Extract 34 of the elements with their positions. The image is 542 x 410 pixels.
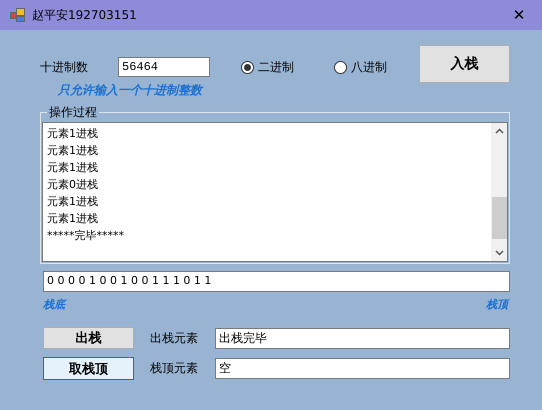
result-field[interactable]: 出栈完毕 — [215, 328, 510, 348]
scroll-down-icon[interactable] — [494, 250, 504, 256]
action-button[interactable]: 出栈 — [43, 327, 134, 349]
result-field[interactable]: 空 — [215, 358, 510, 379]
stack-field[interactable]: 0 0 0 0 1 0 0 1 0 0 1 1 1 0 1 1 — [43, 271, 510, 292]
log-line: 元素1进栈 — [47, 211, 99, 227]
log-line: 元素1进栈 — [47, 143, 99, 159]
radio-label: 八进制 — [351, 58, 387, 76]
log-line: 元素1进栈 — [47, 160, 99, 176]
radio-label: 二进制 — [258, 58, 294, 76]
window-title: 赵平安192703151 — [32, 6, 138, 24]
scroll-thumb[interactable] — [492, 197, 506, 239]
decimal-input[interactable]: 56464 — [118, 57, 210, 77]
hint-text: 只允许输入一个十进制整数 — [58, 82, 204, 99]
decimal-label: 十进制数 — [40, 58, 89, 76]
radio-circle[interactable] — [334, 60, 347, 74]
scroll-up-icon[interactable] — [494, 128, 504, 134]
push-button[interactable]: 入栈 — [419, 45, 510, 83]
log-line: 元素1进栈 — [47, 126, 99, 142]
log-line: 元素0进栈 — [47, 177, 99, 193]
action-button[interactable]: 取栈顶 — [43, 357, 134, 380]
radio-button[interactable]: 八进制 — [334, 58, 387, 76]
log-line: *****完毕***** — [47, 228, 125, 244]
close-button[interactable]: ✕ — [496, 0, 542, 30]
scrollbar[interactable] — [491, 123, 507, 261]
group-title: 操作过程 — [47, 104, 99, 121]
radio-button[interactable]: 二进制 — [241, 58, 294, 76]
radio-circle[interactable] — [241, 60, 254, 74]
top-label: 栈顶 — [486, 297, 508, 312]
field-label: 出栈元素 — [150, 330, 199, 346]
app-icon — [10, 8, 26, 22]
log-line: 元素1进栈 — [47, 194, 99, 210]
bottom-label: 栈底 — [43, 297, 65, 312]
field-label: 栈顶元素 — [150, 360, 199, 377]
